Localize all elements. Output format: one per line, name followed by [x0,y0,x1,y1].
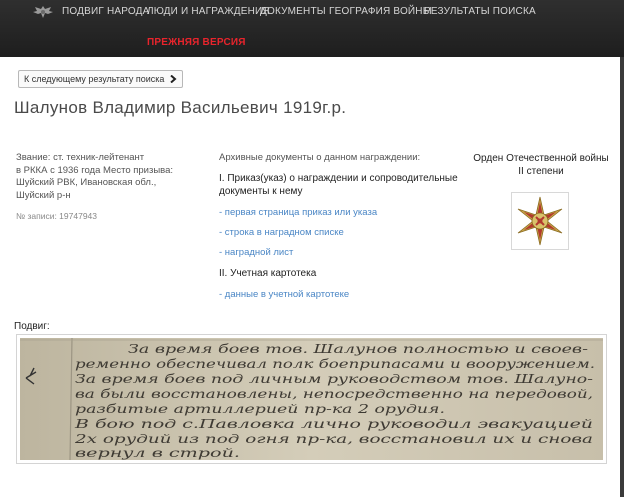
award-name-line1: Орден Отечественной войны [473,153,609,164]
order-patriotic-war-icon [517,196,563,246]
handwriting-line-5: разбитые артиллерией пр-ка 2 орудия. [75,401,445,416]
link-record-card-data[interactable]: - данные в учетной картотеке [219,289,464,300]
top-navbar: ПОДВИГ НАРОДА ЛЮДИ И НАГРАЖДЕНИЯ ДОКУМЕН… [0,0,624,57]
record-number: № записи: 19747943 [16,211,97,221]
main-content: К следующему результату поиска Шалунов В… [0,57,620,497]
section-record-cards: II. Учетная картотека [219,268,317,279]
next-result-label: К следующему результату поиска [24,74,165,84]
handwriting-line-4: ва были восстановлены, непосредственно н… [75,386,593,401]
section-order-documents: I. Приказ(указ) о награждении и сопровод… [219,173,458,197]
next-result-button[interactable]: К следующему результату поиска [18,70,184,88]
info-district: Шуйский р-н [16,189,71,201]
link-order-first-page[interactable]: - первая страница приказ или указа [219,207,464,218]
person-info: Звание: ст. техник-лейтенант в РККА с 19… [16,152,201,202]
info-service-start: в РККА с 1936 года Место призыва: [16,164,174,176]
award-name-line2: II степени [518,166,564,177]
chevron-right-icon [170,75,177,83]
link-award-sheet[interactable]: - наградной лист [219,247,464,258]
nav-item-search-results[interactable]: РЕЗУЛЬТАТЫ ПОИСКА [424,6,536,17]
old-version-link[interactable]: ПРЕЖНЯЯ ВЕРСИЯ [147,37,246,48]
award-name: Орден Отечественной войны II степени [466,152,616,178]
eagle-emblem-icon[interactable] [32,4,54,20]
handwritten-feat-scan: За время боев тов. Шалунов полностью и с… [20,338,603,460]
handwriting-line-2: ременно обеспечивал полк боеприпасами и … [75,356,595,371]
feat-label: Подвиг: [14,321,50,332]
archive-documents-header: Архивные документы о данном награждении: [219,152,421,163]
nav-item-documents[interactable]: ДОКУМЕНТЫ [260,6,326,17]
feat-document-image[interactable]: За время боев тов. Шалунов полностью и с… [16,334,607,464]
info-draft-office: Шуйский РВК, Ивановская обл., [16,177,157,188]
page-title: Шалунов Владимир Васильевич 1919г.р. [14,98,347,117]
info-rank: Звание: ст. техник-лейтенант [16,152,145,163]
handwriting-line-6: В бою под с.Павловка лично руководил эва… [73,416,593,431]
nav-item-people-awards[interactable]: ЛЮДИ И НАГРАЖДЕНИЯ [147,6,270,17]
archive-documents: Архивные документы о данном награждении:… [219,152,464,300]
page-scrollbar[interactable] [620,57,624,497]
award-image[interactable] [511,192,569,250]
handwriting-line-7: 2х орудий из под огня пр-ка, восстановил… [74,431,593,446]
handwriting-line-8: вернул в строй. [75,445,240,460]
link-award-list-row[interactable]: - строка в наградном списке [219,227,464,238]
nav-item-war-geography[interactable]: ГЕОГРАФИЯ ВОЙНЫ [329,6,432,17]
handwriting-line-1: За время боев тов. Шалунов полностью и с… [128,341,588,356]
handwriting-line-3: За время боев под личным руководством то… [75,371,593,386]
nav-item-podvig-naroda[interactable]: ПОДВИГ НАРОДА [62,6,150,17]
